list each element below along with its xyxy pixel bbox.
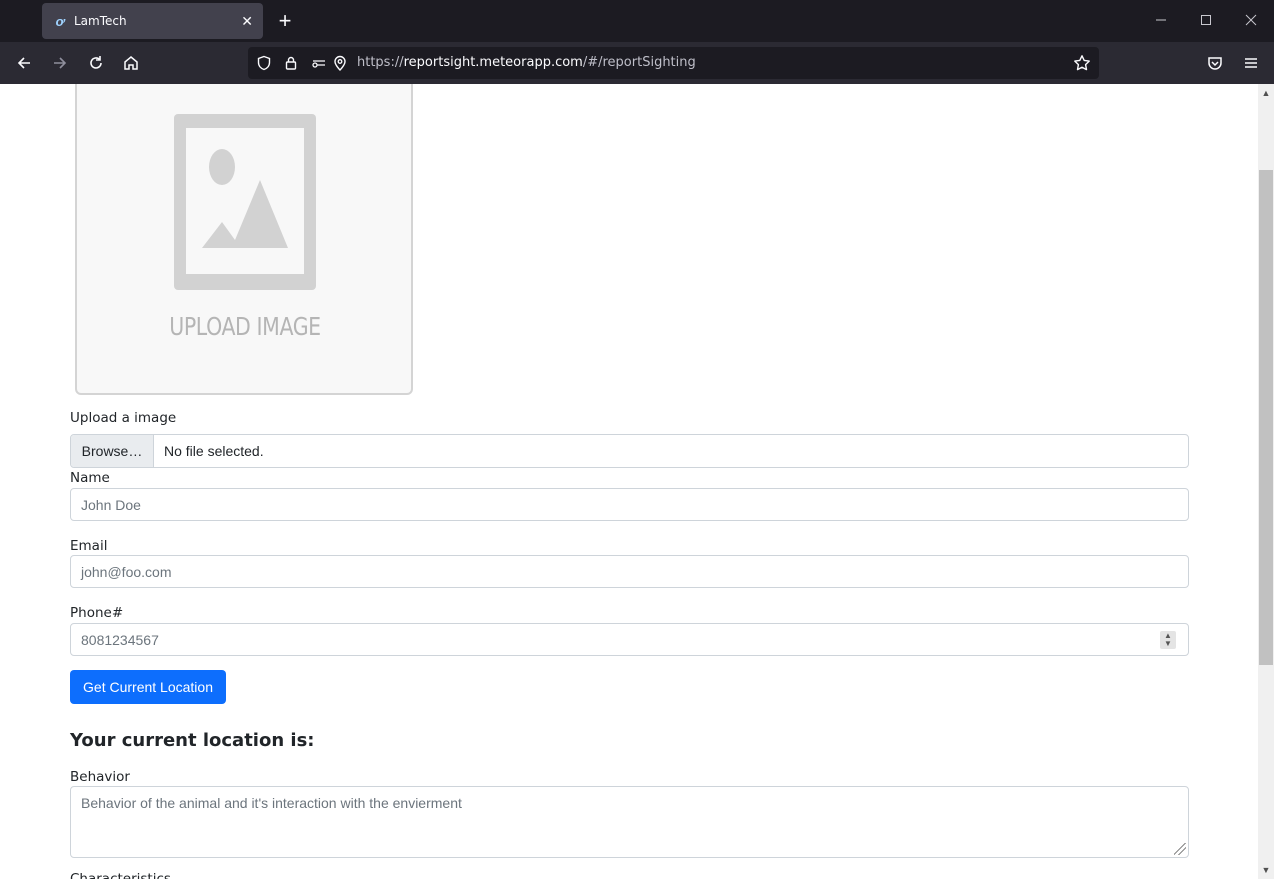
scrollbar-thumb[interactable] bbox=[1259, 170, 1273, 665]
file-input[interactable]: Browse… No file selected. bbox=[70, 434, 1189, 468]
phone-placeholder: 8081234567 bbox=[81, 631, 159, 648]
reload-icon[interactable] bbox=[83, 50, 109, 76]
url-host: reportsight.meteorapp.com bbox=[403, 55, 583, 70]
site-favicon-icon: ơ bbox=[55, 13, 65, 29]
location-heading: Your current location is: bbox=[70, 730, 315, 751]
characteristics-label: Characteristics bbox=[70, 871, 171, 879]
email-placeholder: john@foo.com bbox=[81, 563, 172, 580]
maximize-icon[interactable] bbox=[1191, 8, 1221, 34]
behavior-label: Behavior bbox=[70, 769, 130, 785]
name-placeholder: John Doe bbox=[81, 496, 141, 513]
spinner-down-icon[interactable]: ▼ bbox=[1164, 640, 1172, 648]
number-spinner[interactable]: ▲ ▼ bbox=[1160, 631, 1176, 649]
phone-input[interactable]: 8081234567 ▲ ▼ bbox=[70, 623, 1189, 656]
url-prefix: https:// bbox=[357, 55, 404, 70]
forward-icon[interactable] bbox=[47, 50, 73, 76]
email-label: Email bbox=[70, 538, 108, 554]
lock-icon[interactable] bbox=[282, 54, 300, 72]
minimize-icon[interactable] bbox=[1146, 8, 1176, 34]
upload-image-text: UPLOAD IMAGE bbox=[169, 312, 321, 341]
name-label: Name bbox=[70, 470, 110, 486]
email-input[interactable]: john@foo.com bbox=[70, 555, 1189, 588]
page-content: UPLOAD IMAGE Upload a image Browse… No f… bbox=[0, 84, 1258, 879]
behavior-placeholder: Behavior of the animal and it's interact… bbox=[81, 795, 462, 811]
location-pin-icon[interactable] bbox=[331, 54, 349, 72]
upload-label: Upload a image bbox=[70, 410, 177, 426]
tab-title: LamTech bbox=[74, 14, 127, 28]
new-tab-button[interactable]: + bbox=[272, 8, 298, 34]
url-text[interactable]: https://reportsight.meteorapp.com/#/repo… bbox=[357, 55, 696, 70]
phone-label: Phone# bbox=[70, 605, 124, 621]
home-icon[interactable] bbox=[118, 50, 144, 76]
pocket-icon[interactable] bbox=[1202, 50, 1228, 76]
browser-tab[interactable]: ơ LamTech ✕ bbox=[42, 3, 263, 39]
behavior-textarea[interactable]: Behavior of the animal and it's interact… bbox=[70, 786, 1189, 858]
url-path: /#/reportSighting bbox=[582, 55, 696, 70]
upload-image-placeholder[interactable]: UPLOAD IMAGE bbox=[75, 84, 413, 395]
bookmark-star-icon[interactable] bbox=[1073, 54, 1091, 72]
get-location-button[interactable]: Get Current Location bbox=[70, 670, 226, 704]
scroll-down-icon[interactable]: ▼ bbox=[1259, 863, 1273, 877]
back-icon[interactable] bbox=[11, 50, 37, 76]
scroll-up-icon[interactable]: ▲ bbox=[1259, 86, 1273, 100]
menu-icon[interactable] bbox=[1238, 50, 1264, 76]
browse-button[interactable]: Browse… bbox=[71, 435, 154, 467]
file-status-text: No file selected. bbox=[164, 443, 264, 459]
name-input[interactable]: John Doe bbox=[70, 488, 1189, 521]
window-close-icon[interactable] bbox=[1236, 8, 1266, 34]
permissions-icon[interactable] bbox=[310, 54, 328, 72]
image-placeholder-icon bbox=[174, 114, 316, 290]
url-bar[interactable]: https://reportsight.meteorapp.com/#/repo… bbox=[248, 47, 1099, 79]
resize-handle-icon[interactable] bbox=[1174, 843, 1186, 855]
tab-bar: ơ LamTech ✕ + bbox=[0, 0, 1274, 42]
tracking-shield-icon[interactable] bbox=[255, 54, 273, 72]
tab-close-icon[interactable]: ✕ bbox=[241, 13, 253, 30]
